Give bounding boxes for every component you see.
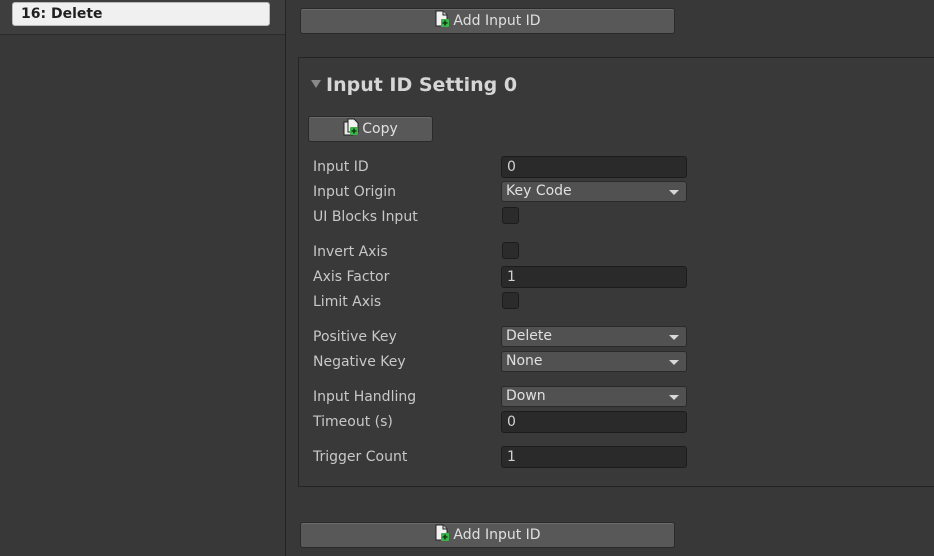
negative-key-dropdown[interactable]: None xyxy=(501,351,687,372)
trigger-count-label: Trigger Count xyxy=(313,449,408,465)
positive-key-dropdown[interactable]: Delete xyxy=(501,326,687,347)
input-handling-value: Down xyxy=(506,388,546,404)
positive-key-label: Positive Key xyxy=(313,329,397,345)
input-origin-dropdown[interactable]: Key Code xyxy=(501,181,687,202)
negative-key-label: Negative Key xyxy=(313,354,406,370)
chevron-down-icon xyxy=(669,395,679,400)
trigger-count-field[interactable]: 1 xyxy=(501,446,687,468)
positive-key-value: Delete xyxy=(506,328,552,344)
left-panel: 16: Delete xyxy=(0,0,286,556)
add-input-id-label: Add Input ID xyxy=(453,13,541,29)
timeout-label: Timeout (s) xyxy=(313,414,393,430)
add-input-id-button-bottom[interactable]: Add Input ID xyxy=(300,522,675,548)
input-origin-label: Input Origin xyxy=(313,184,397,200)
document-copy-icon xyxy=(343,118,359,140)
document-add-icon xyxy=(434,10,450,32)
invert-axis-label: Invert Axis xyxy=(313,244,388,260)
foldout-arrow-icon[interactable] xyxy=(311,80,321,88)
timeout-field[interactable]: 0 xyxy=(501,411,687,433)
limit-axis-checkbox[interactable] xyxy=(502,292,519,309)
ui-blocks-input-label: UI Blocks Input xyxy=(313,209,418,225)
list-item-selected[interactable]: 16: Delete xyxy=(12,2,270,26)
chevron-down-icon xyxy=(669,335,679,340)
axis-factor-field[interactable]: 1 xyxy=(501,266,687,288)
chevron-down-icon xyxy=(669,190,679,195)
invert-axis-checkbox[interactable] xyxy=(502,242,519,259)
axis-factor-label: Axis Factor xyxy=(313,269,390,285)
copy-label: Copy xyxy=(362,121,398,137)
input-handling-dropdown[interactable]: Down xyxy=(501,386,687,407)
input-origin-value: Key Code xyxy=(506,183,572,199)
panel-title[interactable]: Input ID Setting 0 xyxy=(326,74,517,96)
add-input-id-button-top[interactable]: Add Input ID xyxy=(300,8,675,34)
input-id-label: Input ID xyxy=(313,159,369,175)
negative-key-value: None xyxy=(506,353,543,369)
input-handling-label: Input Handling xyxy=(313,389,417,405)
input-id-field[interactable]: 0 xyxy=(501,156,687,178)
document-add-icon xyxy=(434,524,450,546)
limit-axis-label: Limit Axis xyxy=(313,294,382,310)
chevron-down-icon xyxy=(669,360,679,365)
add-input-id-label: Add Input ID xyxy=(453,527,541,543)
copy-button[interactable]: Copy xyxy=(308,116,433,142)
ui-blocks-input-checkbox[interactable] xyxy=(502,207,519,224)
